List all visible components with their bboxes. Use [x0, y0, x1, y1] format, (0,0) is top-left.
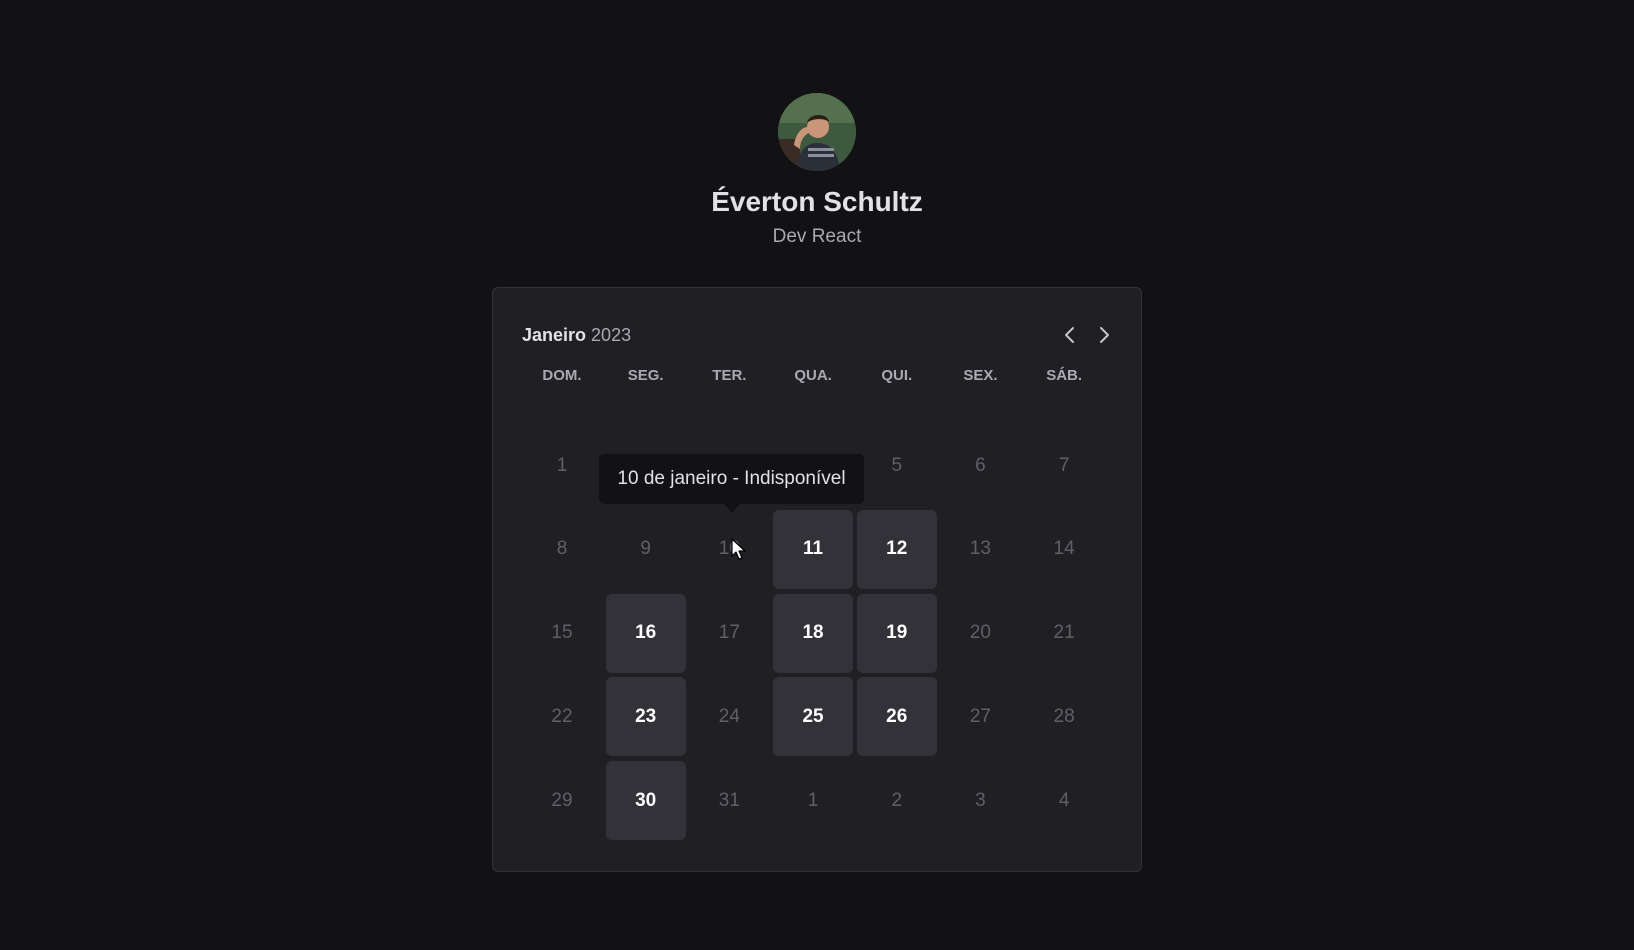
day-disabled: 24 — [718, 705, 740, 727]
day-disabled: 28 — [1053, 705, 1075, 727]
day-disabled: 27 — [969, 705, 991, 727]
day-disabled: 17 — [718, 622, 740, 644]
weekday-label: SEX. — [963, 367, 998, 384]
calendar-month: Janeiro — [522, 324, 587, 345]
day-disabled: 20 — [969, 622, 991, 644]
chevron-left-icon — [1065, 327, 1074, 343]
tooltip-arrow — [724, 504, 740, 513]
day-disabled: 6 — [975, 454, 986, 476]
weekday-label: DOM. — [542, 367, 582, 384]
day-available[interactable]: 11 — [773, 509, 854, 589]
day-disabled: 15 — [551, 622, 573, 644]
day-disabled: 7 — [1058, 454, 1070, 476]
day-available[interactable]: 19 — [856, 593, 937, 673]
mouse-pointer-icon — [731, 538, 747, 567]
day-disabled: 1 — [556, 454, 568, 476]
weekday-row: DOM. SEG. TER. QUA. QUI. SEX. SÁB. — [522, 366, 1108, 386]
weekday-label: SÁB. — [1046, 367, 1083, 384]
day-tooltip: 10 de janeiro - Indisponível — [599, 454, 864, 504]
profile-name: Éverton Schultz — [711, 186, 923, 217]
day-disabled: 10 — [718, 538, 740, 560]
previous-month-button[interactable] — [1056, 322, 1082, 348]
calendar-nav — [1056, 322, 1118, 348]
day-disabled: 29 — [551, 789, 573, 811]
day-available[interactable]: 26 — [856, 677, 937, 757]
day-disabled: 21 — [1053, 622, 1075, 644]
calendar-year: 2023 — [591, 324, 632, 345]
day-available[interactable]: 12 — [856, 509, 937, 589]
weekday-label: SEG. — [627, 367, 664, 384]
day-disabled: 14 — [1053, 538, 1075, 560]
chevron-right-icon — [1100, 327, 1109, 343]
day-disabled: 4 — [1058, 789, 1070, 811]
day-disabled: 22 — [551, 705, 573, 727]
next-month-button[interactable] — [1092, 322, 1118, 348]
day-disabled: 3 — [975, 789, 986, 811]
day-available[interactable]: 18 — [773, 593, 854, 673]
calendar: Janeiro 2023 DOM. SEG. TER. QUA. QUI. SEX. SÁB… — [492, 287, 1142, 872]
day-available[interactable]: 25 — [773, 677, 854, 757]
calendar-title: Janeiro 2023 — [522, 325, 631, 346]
profile-role: Dev React — [772, 226, 862, 247]
profile-header: Éverton Schultz Dev React — [0, 93, 1634, 249]
weekday-label: TER. — [712, 367, 747, 384]
day-disabled: 5 — [891, 454, 903, 476]
day-available[interactable]: 16 — [605, 593, 686, 673]
day-disabled: 8 — [556, 538, 568, 560]
page: Éverton Schultz Dev React Janeiro 2023 D… — [0, 0, 1634, 950]
day-disabled: 13 — [969, 538, 991, 560]
day-disabled: 1 — [807, 789, 819, 811]
avatar — [778, 93, 856, 171]
day-available[interactable]: 23 — [605, 677, 686, 757]
day-disabled: 31 — [718, 789, 740, 811]
weekday-label: QUI. — [881, 367, 913, 384]
weekday-label: QUA. — [794, 367, 832, 384]
calendar-header: Janeiro 2023 — [522, 320, 1112, 350]
day-disabled: 2 — [891, 789, 903, 811]
day-disabled: 9 — [640, 538, 651, 560]
day-available[interactable]: 30 — [605, 761, 686, 841]
